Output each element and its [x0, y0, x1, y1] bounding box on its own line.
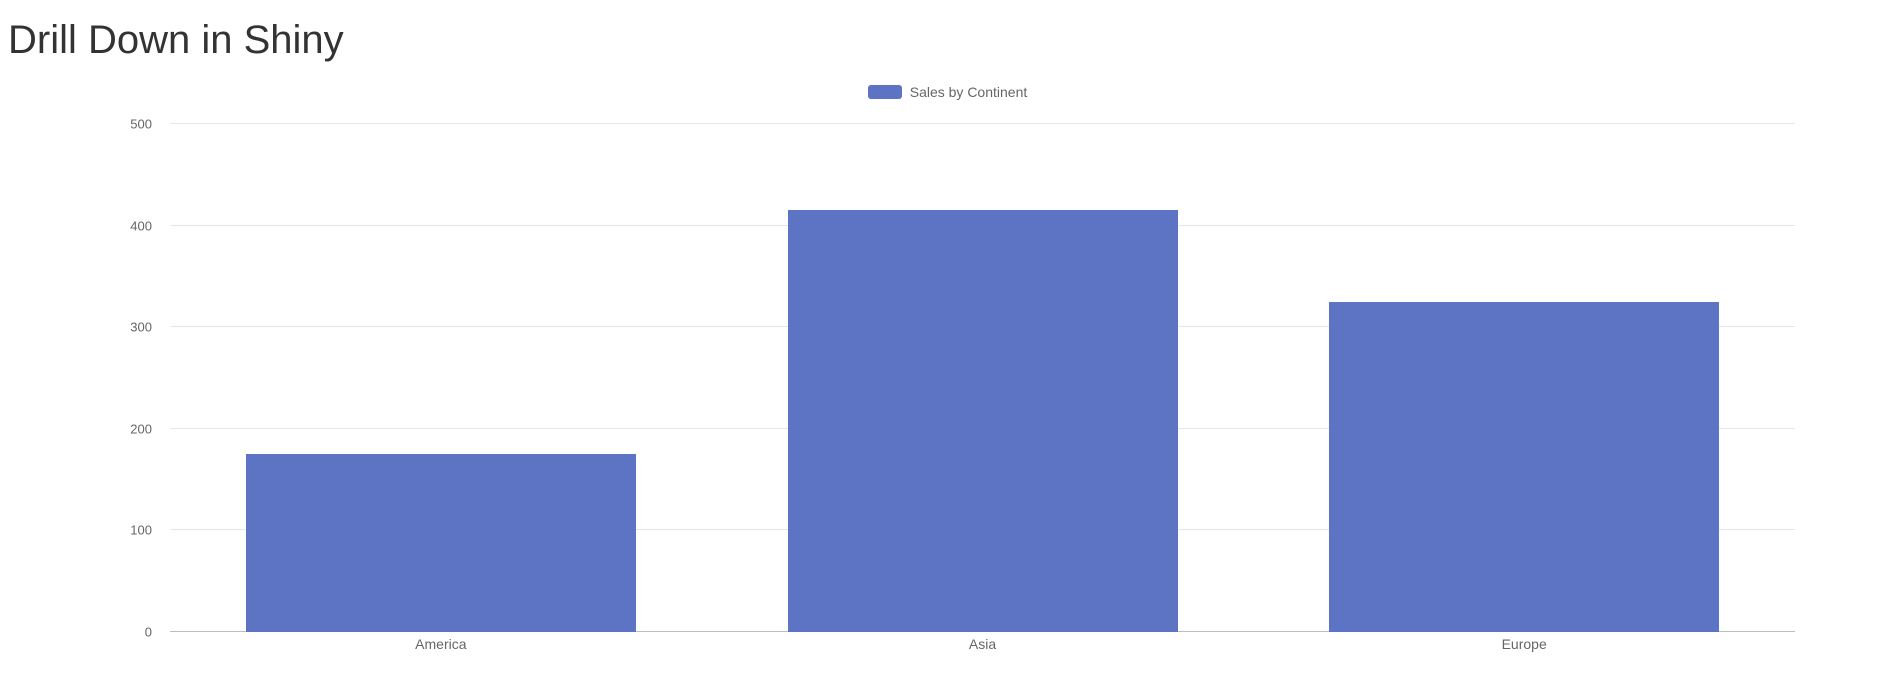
bar-europe[interactable] — [1329, 302, 1719, 632]
chart-legend[interactable]: Sales by Continent — [100, 80, 1795, 104]
bar-america[interactable] — [246, 454, 636, 632]
chart-plot-area: 0100200300400500 AmericaAsiaEurope — [100, 124, 1795, 656]
x-label: America — [170, 632, 712, 656]
page-root: Drill Down in Shiny Sales by Continent 0… — [0, 0, 1895, 696]
y-tick: 200 — [130, 421, 152, 436]
x-label: Asia — [712, 632, 1254, 656]
y-tick: 100 — [130, 523, 152, 538]
legend-label: Sales by Continent — [910, 84, 1028, 100]
chart-container: Sales by Continent 0 100 200 300 400 500 Amer… — [100, 80, 1795, 656]
bar-slot — [170, 124, 712, 632]
bar-slot — [712, 124, 1254, 632]
y-tick: 0 — [145, 625, 152, 640]
bar-asia[interactable] — [788, 210, 1178, 632]
bar-slot — [1253, 124, 1795, 632]
x-label: Europe — [1253, 632, 1795, 656]
y-tick: 500 — [130, 117, 152, 132]
y-axis: 0100200300400500 — [100, 124, 160, 632]
y-tick: 300 — [130, 320, 152, 335]
page-title: Drill Down in Shiny — [0, 0, 1895, 63]
chart-bars — [170, 124, 1795, 632]
y-tick: 400 — [130, 218, 152, 233]
x-axis: AmericaAsiaEurope — [170, 632, 1795, 656]
legend-swatch-icon — [868, 85, 902, 99]
